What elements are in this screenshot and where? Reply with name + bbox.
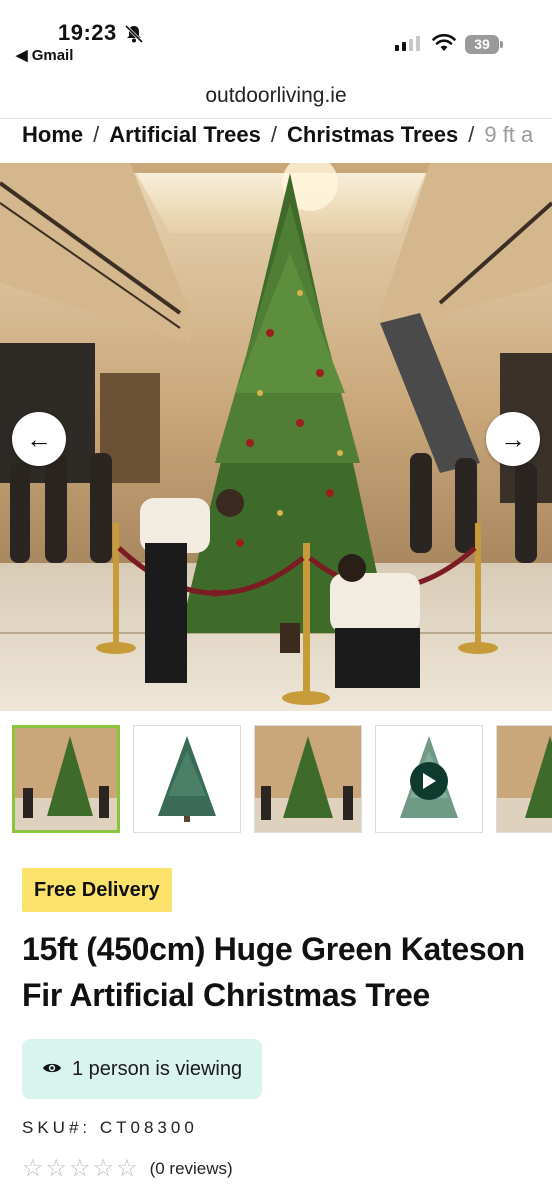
gallery-prev-button[interactable]: ←: [12, 412, 66, 466]
battery-tip: [500, 41, 503, 48]
reviews-count-link[interactable]: (0 reviews): [150, 1159, 233, 1179]
play-icon[interactable]: [410, 762, 448, 800]
breadcrumb-current: 9 ft a: [484, 122, 534, 147]
star-outline-icon: ☆: [116, 1155, 138, 1182]
star-outline-icon: ☆: [69, 1155, 91, 1182]
star-outline-icon: ☆: [92, 1155, 115, 1182]
back-to-gmail[interactable]: ◀ Gmail: [16, 46, 73, 64]
thumbnail-4-video[interactable]: [375, 725, 483, 833]
address-bar[interactable]: outdoorliving.ie: [0, 72, 552, 119]
breadcrumb-separator: /: [468, 122, 475, 147]
arrow-right-icon: →: [500, 423, 526, 454]
breadcrumb-christmas-trees[interactable]: Christmas Trees: [287, 122, 458, 147]
breadcrumb-separator: /: [270, 122, 278, 147]
sku-label: SKU#: CT08300: [22, 1118, 198, 1137]
breadcrumb: Home / Artificial Trees / Christmas Trees / 9 …: [22, 120, 552, 156]
wifi-icon: [432, 33, 456, 57]
eye-icon: [42, 1058, 62, 1081]
viewers-indicator: 1 person is viewing: [22, 1039, 263, 1099]
status-bar: 19:23 ◀ Gmail 39: [0, 0, 552, 70]
clock: 19:23: [58, 20, 117, 45]
free-delivery-badge: Free Delivery: [22, 868, 172, 912]
product-main-image[interactable]: ← →: [0, 163, 552, 711]
star-outline-icon: ☆: [45, 1155, 68, 1182]
cellular-signal-icon: [395, 36, 420, 51]
star-outline-icon: ☆: [22, 1155, 44, 1182]
url-text[interactable]: outdoorliving.ie: [0, 84, 552, 108]
thumbnail-5[interactable]: [496, 725, 552, 833]
breadcrumb-separator: /: [93, 122, 100, 147]
thumbnail-3[interactable]: [254, 725, 362, 833]
thumbnail-1[interactable]: [12, 725, 120, 833]
arrow-left-icon: ←: [26, 423, 52, 454]
rating-stars[interactable]: ☆ ☆ ☆ ☆ ☆ (0 reviews): [22, 1156, 233, 1182]
viewers-text: 1 person is viewing: [72, 1057, 243, 1080]
bell-muted-icon: [124, 24, 144, 49]
breadcrumb-artificial-trees[interactable]: Artificial Trees: [109, 122, 261, 147]
thumbnail-strip: [12, 725, 552, 835]
battery-indicator: 39: [465, 35, 499, 54]
gallery-next-button[interactable]: →: [486, 412, 540, 466]
breadcrumb-home[interactable]: Home: [22, 122, 83, 147]
thumbnail-2[interactable]: [133, 725, 241, 833]
product-title: 15ft (450cm) Huge Green Kateson Fir Arti…: [22, 931, 525, 1013]
